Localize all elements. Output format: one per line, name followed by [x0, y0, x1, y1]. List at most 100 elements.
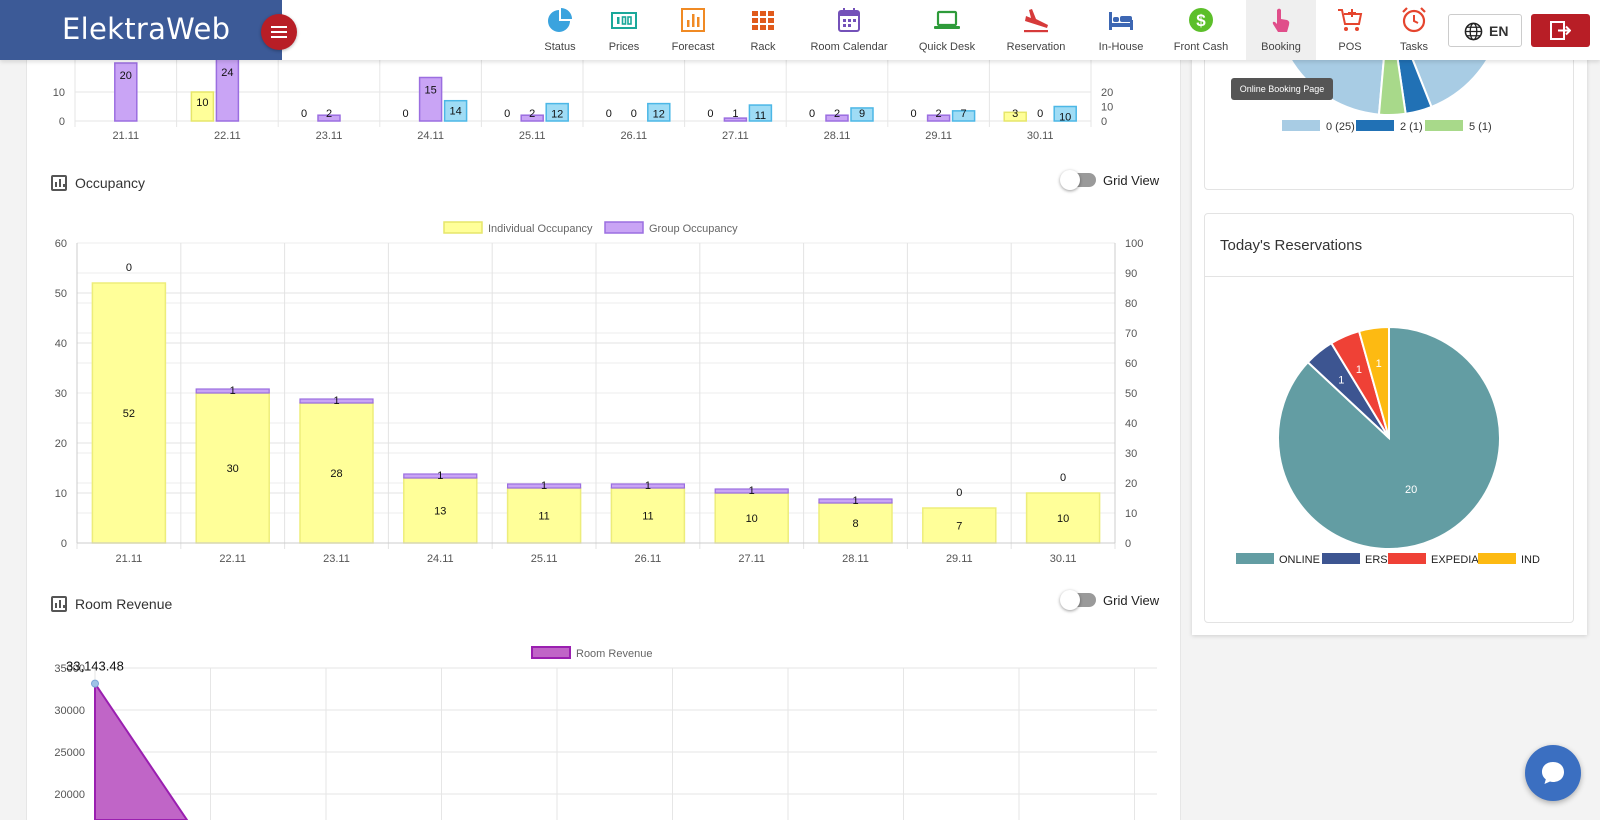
x-tick-label: 28.11	[842, 553, 869, 565]
x-tick-label: 26.11	[620, 130, 647, 142]
data-label: 1	[437, 470, 443, 482]
x-tick-label: 23.11	[323, 553, 350, 565]
legend-swatch	[1322, 553, 1360, 564]
y-tick-label: 60	[55, 238, 67, 250]
chat-bubble-icon	[1542, 762, 1564, 784]
legend-label: ONLINE	[1279, 554, 1320, 566]
data-label: 1	[645, 480, 651, 492]
todays-reservations-title: Today's Reservations	[1220, 237, 1363, 254]
x-tick-label: 21.11	[112, 130, 139, 142]
data-label: 20	[120, 70, 132, 82]
data-label: 0	[301, 108, 307, 120]
y2-tick-label: 90	[1125, 268, 1137, 280]
data-label: 13	[434, 506, 446, 518]
y2-tick-label: 60	[1125, 358, 1137, 370]
y2-tick-label: 10	[1101, 102, 1113, 114]
y2-tick-label: 20	[1101, 87, 1113, 99]
data-label: 0	[956, 487, 962, 499]
calendar-icon	[838, 8, 860, 32]
occupancy-title: Occupancy	[75, 175, 146, 191]
x-tick-label: 25.11	[519, 130, 546, 142]
nav-rack[interactable]: Rack	[740, 0, 786, 60]
data-label: 1	[732, 108, 738, 120]
data-label: 0	[1060, 472, 1066, 484]
data-label: 11	[755, 110, 766, 122]
brand-logo[interactable]: ElektraWeb	[0, 0, 282, 60]
x-tick-label: 27.11	[722, 130, 749, 142]
data-label: 1	[541, 480, 547, 492]
bed-icon	[1109, 12, 1133, 30]
y2-tick-label: 0	[1101, 116, 1107, 128]
data-label: 12	[653, 109, 665, 121]
slice-label: 1	[1376, 358, 1382, 370]
language-button[interactable]: EN	[1448, 14, 1522, 47]
nav-label: Prices	[608, 41, 640, 53]
nav-label: Tasks	[1399, 41, 1429, 53]
nav-quick-desk[interactable]: Quick Desk	[914, 0, 980, 60]
legend-label: 5 (1)	[1469, 121, 1492, 133]
nav-booking[interactable]: Booking	[1246, 0, 1316, 60]
y2-tick-label: 0	[1125, 538, 1131, 550]
language-label: EN	[1489, 23, 1509, 39]
nav-tasks-item[interactable]: Tasks	[1392, 0, 1436, 60]
nav-in-house[interactable]: In-House	[1094, 0, 1148, 60]
data-point	[91, 679, 99, 688]
legend-swatch	[1478, 553, 1516, 564]
nav-label: In-House	[1098, 41, 1144, 53]
forecast-chart: 010010202021.11102422.110 223.110151424.1…	[53, 60, 1113, 142]
legend-swatch	[1388, 553, 1426, 564]
x-tick-label: 24.11	[417, 130, 444, 142]
x-tick-label: 29.11	[925, 130, 952, 142]
nav-label: Reservation	[1006, 41, 1066, 53]
y-tick-label: 25000	[54, 747, 85, 759]
nav-pos[interactable]: POS	[1330, 0, 1370, 60]
y-tick-label: 0	[59, 116, 65, 128]
data-label: 11	[538, 511, 549, 523]
slice-label: 20	[1405, 484, 1417, 496]
data-label: 24	[221, 67, 233, 79]
grid-view-label: Grid View	[1103, 593, 1160, 608]
chat-button[interactable]	[1525, 745, 1581, 801]
data-label: 7	[956, 521, 962, 533]
nav-label: Quick Desk	[918, 41, 976, 53]
nav-label: POS	[1338, 41, 1362, 53]
divider	[1205, 276, 1573, 277]
globe-icon	[1464, 22, 1483, 41]
legend-label: Individual Occupancy	[488, 223, 593, 235]
nav-label: Rack	[750, 41, 776, 53]
revenue-grid-toggle[interactable]	[1060, 590, 1096, 610]
legend-swatch	[604, 221, 644, 234]
top-navbar: ElektraWeb Status Prices Forecast Rack R…	[0, 0, 1600, 60]
data-label: 0	[1037, 108, 1043, 120]
data-label: 1	[749, 485, 755, 497]
nav-prices[interactable]: Prices	[600, 0, 648, 60]
x-tick-label: 26.11	[635, 553, 662, 565]
x-tick-label: 27.11	[738, 553, 765, 565]
cart-icon	[1338, 9, 1363, 31]
legend-label: 0 (25)	[1326, 121, 1355, 133]
nav-reservation[interactable]: Reservation	[1004, 0, 1068, 60]
data-label: 1	[230, 385, 236, 397]
x-tick-label: 30.11	[1050, 553, 1077, 565]
data-label: 0	[631, 108, 637, 120]
occupancy-grid-toggle[interactable]	[1060, 170, 1096, 190]
y2-tick-label: 40	[1125, 418, 1137, 430]
data-label: 0	[707, 108, 713, 120]
nav-status[interactable]: Status	[536, 0, 584, 60]
bar-chart-icon	[681, 8, 705, 32]
menu-button[interactable]	[261, 14, 297, 50]
x-tick-label: 29.11	[946, 553, 973, 565]
legend-label: 2 (1)	[1400, 121, 1423, 133]
logout-button[interactable]	[1531, 14, 1590, 47]
chart-icon	[51, 175, 67, 191]
data-label: 1	[852, 495, 858, 507]
data-label: 3	[1012, 108, 1018, 120]
nav-front-cash[interactable]: $ Front Cash	[1172, 0, 1230, 60]
logout-icon	[1550, 21, 1571, 40]
x-tick-label: 24.11	[427, 553, 454, 565]
nav-label: Booking	[1261, 41, 1301, 53]
nav-forecast[interactable]: Forecast	[666, 0, 720, 60]
nav-room-calendar[interactable]: Room Calendar	[808, 0, 890, 60]
data-label: 0	[911, 108, 917, 120]
nav-label: Status	[544, 41, 576, 53]
